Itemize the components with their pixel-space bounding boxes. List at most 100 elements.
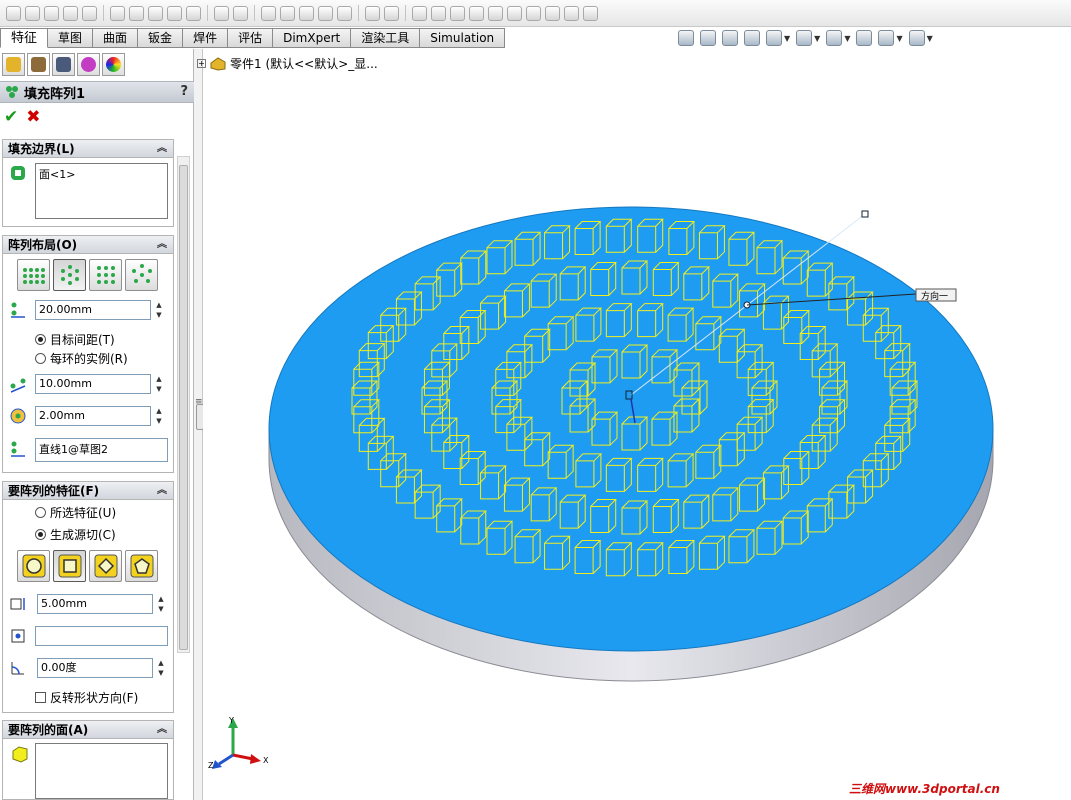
instant3d-icon[interactable]	[412, 5, 427, 21]
move-icon[interactable]	[25, 5, 40, 21]
seed-size-input[interactable]: 5.00mm	[37, 594, 153, 614]
combine-icon[interactable]	[564, 5, 579, 21]
chevron-down-icon[interactable]: ▼	[927, 34, 933, 43]
loop-spacing-input[interactable]: 20.00mm	[35, 300, 151, 320]
linear-pattern-icon[interactable]	[233, 5, 248, 21]
tab-sheet-metal[interactable]: 钣金	[138, 28, 184, 48]
freeform-icon[interactable]	[488, 5, 503, 21]
apply-scene-icon[interactable]	[878, 30, 895, 46]
tree-expand-icon[interactable]: +	[197, 59, 206, 68]
hide-show-items-icon[interactable]	[826, 30, 843, 46]
view-orientation-icon[interactable]	[766, 30, 782, 46]
pattern-direction-input[interactable]: 直线1@草图2	[35, 438, 168, 462]
view-settings-icon[interactable]	[908, 30, 925, 46]
flip-shape-direction-checkbox[interactable]	[35, 692, 46, 703]
tab-render-tools[interactable]: 渲染工具	[351, 28, 421, 48]
ok-button[interactable]: ✔	[4, 107, 18, 127]
feature-tree-flyout[interactable]: + 零件1 (默认<<默认>_显...	[197, 55, 378, 72]
loop-spacing-stepper[interactable]: ▲ ▼	[154, 300, 164, 320]
margin-stepper[interactable]: ▲ ▼	[154, 406, 164, 426]
generate-seed-cut-option[interactable]: 生成源切(C)	[35, 526, 116, 543]
chevron-down-icon[interactable]: ▼	[896, 34, 902, 43]
wrap-icon[interactable]	[280, 5, 295, 21]
flex-icon[interactable]	[469, 5, 484, 21]
cancel-button[interactable]: ✖	[26, 107, 40, 127]
target-spacing-option[interactable]: 目标间距(T)	[35, 331, 115, 348]
configuration-manager-tab[interactable]	[52, 53, 75, 76]
previous-view-icon[interactable]	[722, 30, 738, 46]
collapse-icon[interactable]: ︽	[157, 236, 167, 254]
tab-evaluate[interactable]: 评估	[228, 28, 274, 48]
boundary-selection-list[interactable]: 面<1>	[35, 163, 168, 219]
collapse-icon[interactable]: ︽	[157, 140, 167, 158]
flip-shape-direction-option[interactable]: 反转形状方向(F)	[35, 689, 138, 706]
layout-polygon-button[interactable]	[125, 259, 158, 291]
faces-selection-list[interactable]	[35, 743, 168, 799]
revolve-icon[interactable]	[44, 5, 59, 21]
feature-manager-tab[interactable]	[2, 53, 25, 76]
edit-appearance-icon[interactable]	[856, 30, 873, 46]
graphics-area[interactable]: 方向一	[203, 49, 1071, 800]
tab-surfaces[interactable]: 曲面	[93, 28, 139, 48]
rotation-angle-stepper[interactable]: ▲ ▼	[156, 658, 166, 678]
dome-icon[interactable]	[450, 5, 465, 21]
rotation-angle-input[interactable]: 0.00度	[37, 658, 153, 678]
zoom-to-fit-icon[interactable]	[678, 30, 694, 46]
chevron-down-icon[interactable]: ▼	[844, 34, 850, 43]
features-to-pattern-header[interactable]: 要阵列的特征(F) ︽	[3, 482, 173, 500]
layout-perforation-button[interactable]	[17, 259, 50, 291]
collapse-icon[interactable]: ︽	[157, 721, 167, 739]
shell-icon[interactable]	[318, 5, 333, 21]
loft-cut-icon[interactable]	[167, 5, 182, 21]
instances-per-ring-radio[interactable]	[35, 353, 46, 364]
tab-sketch[interactable]: 草图	[48, 28, 94, 48]
property-manager-tab[interactable]	[27, 53, 50, 76]
layout-square-button[interactable]	[89, 259, 122, 291]
generate-seed-cut-radio[interactable]	[35, 529, 46, 540]
seed-circle-button[interactable]	[17, 550, 50, 582]
intersect-icon[interactable]	[583, 5, 598, 21]
layout-circular-button[interactable]	[53, 259, 86, 291]
new-document-icon[interactable]	[6, 5, 21, 21]
collapse-icon[interactable]: ︽	[157, 482, 167, 500]
sweep-cut-icon[interactable]	[148, 5, 163, 21]
faces-to-pattern-header[interactable]: 要阵列的面(A) ︽	[3, 721, 173, 739]
help-button[interactable]: ?	[180, 84, 188, 99]
hole-wizard-icon[interactable]	[431, 5, 446, 21]
instance-spacing-stepper[interactable]: ▲ ▼	[154, 374, 164, 394]
tab-features[interactable]: 特征	[0, 28, 49, 48]
extrude-cut-icon[interactable]	[110, 5, 125, 21]
display-style-icon[interactable]	[796, 30, 813, 46]
deform-icon[interactable]	[507, 5, 522, 21]
vertex-selection-input[interactable]	[35, 626, 168, 646]
section-view-icon[interactable]	[744, 30, 760, 46]
tab-dimxpert[interactable]: DimXpert	[273, 28, 352, 48]
zoom-to-area-icon[interactable]	[700, 30, 716, 46]
tab-weldments[interactable]: 焊件	[183, 28, 229, 48]
seed-size-stepper[interactable]: ▲ ▼	[156, 594, 166, 614]
selected-features-option[interactable]: 所选特征(U)	[35, 504, 116, 521]
instances-per-ring-option[interactable]: 每环的实例(R)	[35, 350, 128, 367]
direction-handle[interactable]	[861, 210, 869, 218]
curves-icon[interactable]	[384, 5, 399, 21]
loft-icon[interactable]	[63, 5, 78, 21]
chevron-down-icon[interactable]: ▼	[814, 34, 820, 43]
selected-features-radio[interactable]	[35, 507, 46, 518]
boundary-cut-icon[interactable]	[186, 5, 201, 21]
tab-simulation[interactable]: Simulation	[420, 28, 506, 48]
seed-polygon-button[interactable]	[125, 550, 158, 582]
rib-icon[interactable]	[261, 5, 276, 21]
margin-input[interactable]: 2.00mm	[35, 406, 151, 426]
display-manager-tab[interactable]	[102, 53, 125, 76]
target-spacing-radio[interactable]	[35, 334, 46, 345]
pattern-layout-header[interactable]: 阵列布局(O) ︽	[3, 236, 173, 254]
seed-diamond-button[interactable]	[89, 550, 122, 582]
draft-icon[interactable]	[299, 5, 314, 21]
reference-geometry-icon[interactable]	[365, 5, 380, 21]
indent-icon[interactable]	[526, 5, 541, 21]
fillet-icon[interactable]	[214, 5, 229, 21]
fill-boundary-header[interactable]: 填充边界(L) ︽	[3, 140, 173, 158]
dimxpert-manager-tab[interactable]	[77, 53, 100, 76]
property-manager-scrollbar[interactable]	[177, 156, 190, 653]
seed-square-button[interactable]	[53, 550, 86, 582]
